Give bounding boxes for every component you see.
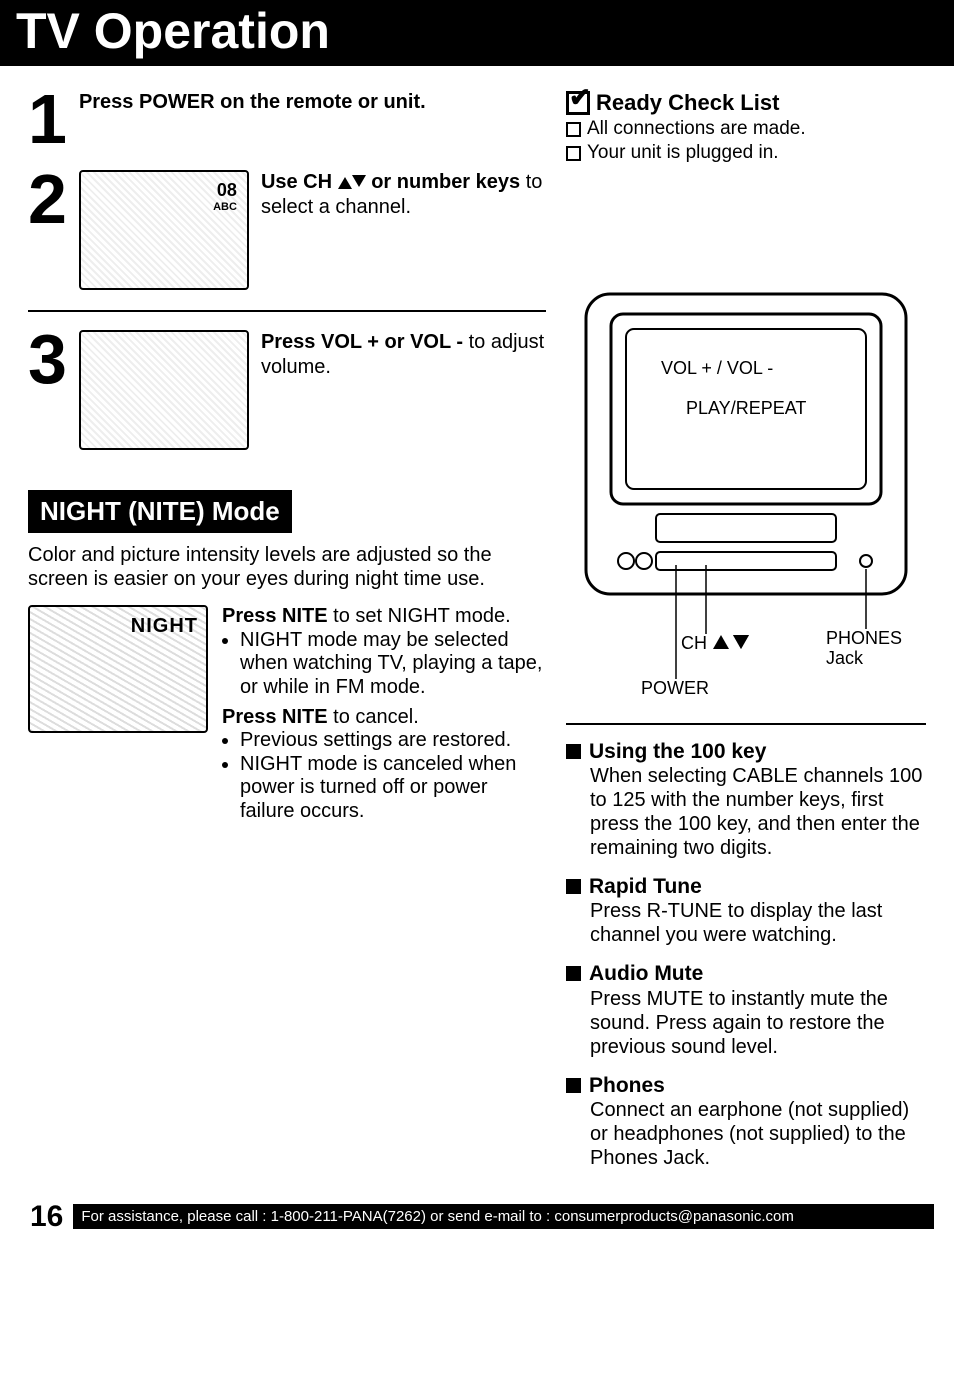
- unit-diagram: VOL + / VOL - PLAY/REPEAT CH PHONES Jack…: [566, 284, 926, 709]
- square-bullet-icon: [566, 966, 581, 981]
- checklist-heading: Ready Check List: [566, 90, 926, 116]
- night-mode-heading: NIGHT (NITE) Mode: [28, 490, 292, 533]
- tv-screen-thumbnail: [79, 330, 249, 450]
- night-screen-thumbnail: NIGHT: [28, 605, 208, 733]
- checkbox-icon: [566, 122, 581, 137]
- diagram-power-label: POWER: [641, 678, 709, 698]
- nite-cancel-bold: Press NITE: [222, 706, 328, 728]
- feature-phones: Phones Connect an earphone (not supplied…: [566, 1073, 926, 1170]
- nite-bullet-2: Previous settings are restored.: [240, 729, 546, 753]
- step-number: 2: [28, 170, 67, 230]
- left-column: 1 Press POWER on the remote or unit. 2 0…: [28, 90, 546, 1184]
- square-bullet-icon: [566, 1078, 581, 1093]
- step-number: 3: [28, 330, 67, 390]
- checkbox-icon: [566, 146, 581, 161]
- step-3-bold: Press VOL + or VOL -: [261, 331, 463, 353]
- checklist-item-2: Your unit is plugged in.: [566, 142, 926, 164]
- tv-screen-thumbnail: 08 ABC: [79, 170, 249, 290]
- step-2-text: Use CH or number keys to select a channe…: [261, 170, 546, 220]
- feature-head-2: Rapid Tune: [589, 874, 702, 899]
- nite-bullet-3: NIGHT mode is canceled when power is tur…: [240, 753, 546, 824]
- checklist-title-text: Ready Check List: [596, 90, 779, 116]
- content-area: 1 Press POWER on the remote or unit. 2 0…: [0, 66, 954, 1194]
- feature-body-1: When selecting CABLE channels 100 to 125…: [590, 764, 926, 860]
- osd-channel-number: 08: [213, 180, 237, 201]
- step-2: 2 08 ABC Use CH or number keys to select…: [28, 170, 546, 290]
- diagram-play-label: PLAY/REPEAT: [686, 398, 806, 418]
- step-number: 1: [28, 90, 67, 150]
- feature-body-4: Connect an earphone (not supplied) or he…: [590, 1098, 926, 1170]
- feature-body-3: Press MUTE to instantly mute the sound. …: [590, 987, 926, 1059]
- triangle-up-icon: [338, 177, 352, 189]
- step-1: 1 Press POWER on the remote or unit.: [28, 90, 546, 150]
- nite-bullet-1: NIGHT mode may be selected when watching…: [240, 629, 546, 700]
- checklist-item-1: All connections are made.: [566, 118, 926, 140]
- feature-head-4: Phones: [589, 1073, 665, 1098]
- osd-channel-name: ABC: [213, 201, 237, 213]
- triangle-down-icon: [352, 175, 366, 187]
- nite-cancel-rest: to cancel.: [328, 706, 419, 728]
- step-3-text: Press VOL + or VOL - to adjust volume.: [261, 330, 546, 380]
- square-bullet-icon: [566, 744, 581, 759]
- feature-body-2: Press R-TUNE to display the last channel…: [590, 899, 926, 947]
- night-osd-label: NIGHT: [131, 615, 198, 638]
- checklist-item-1-text: All connections are made.: [587, 118, 806, 140]
- page-footer: 16 For assistance, please call : 1-800-2…: [0, 1194, 954, 1250]
- page-title: TV Operation: [0, 0, 954, 66]
- feature-head-1: Using the 100 key: [589, 739, 766, 764]
- step-3: 3 Press VOL + or VOL - to adjust volume.: [28, 330, 546, 450]
- night-mode-description: Color and picture intensity levels are a…: [28, 543, 546, 592]
- square-bullet-icon: [566, 879, 581, 894]
- night-mode-body: NIGHT Press NITE to set NIGHT mode. NIGH…: [28, 605, 546, 823]
- checkmark-icon: [566, 91, 590, 115]
- right-column: Ready Check List All connections are mad…: [566, 90, 926, 1184]
- diagram-phones-label-1: PHONES: [826, 628, 902, 648]
- step-2-bold-b: or number keys: [366, 171, 521, 193]
- divider: [566, 723, 926, 725]
- checklist-item-2-text: Your unit is plugged in.: [587, 142, 779, 164]
- nite-set-bold: Press NITE: [222, 605, 328, 627]
- diagram-vol-label: VOL + / VOL -: [661, 358, 773, 378]
- feature-rapid-tune: Rapid Tune Press R-TUNE to display the l…: [566, 874, 926, 947]
- nite-set-rest: to set NIGHT mode.: [328, 605, 511, 627]
- night-mode-section: NIGHT (NITE) Mode Color and picture inte…: [28, 490, 546, 824]
- step-1-bold: Press POWER on the remote or unit.: [79, 91, 426, 113]
- divider: [28, 310, 546, 312]
- diagram-phones-label-2: Jack: [826, 648, 864, 668]
- ready-checklist: Ready Check List All connections are mad…: [566, 90, 926, 164]
- assistance-bar: For assistance, please call : 1-800-211-…: [73, 1204, 934, 1229]
- osd-overlay: 08 ABC: [213, 180, 237, 213]
- night-mode-text: Press NITE to set NIGHT mode. NIGHT mode…: [222, 605, 546, 823]
- step-2-bold-a: Use CH: [261, 171, 338, 193]
- diagram-ch-label: CH: [681, 633, 707, 653]
- step-1-text: Press POWER on the remote or unit.: [79, 90, 546, 115]
- page-number: 16: [30, 1200, 63, 1234]
- feature-audio-mute: Audio Mute Press MUTE to instantly mute …: [566, 961, 926, 1058]
- feature-100-key: Using the 100 key When selecting CABLE c…: [566, 739, 926, 860]
- feature-head-3: Audio Mute: [589, 961, 703, 986]
